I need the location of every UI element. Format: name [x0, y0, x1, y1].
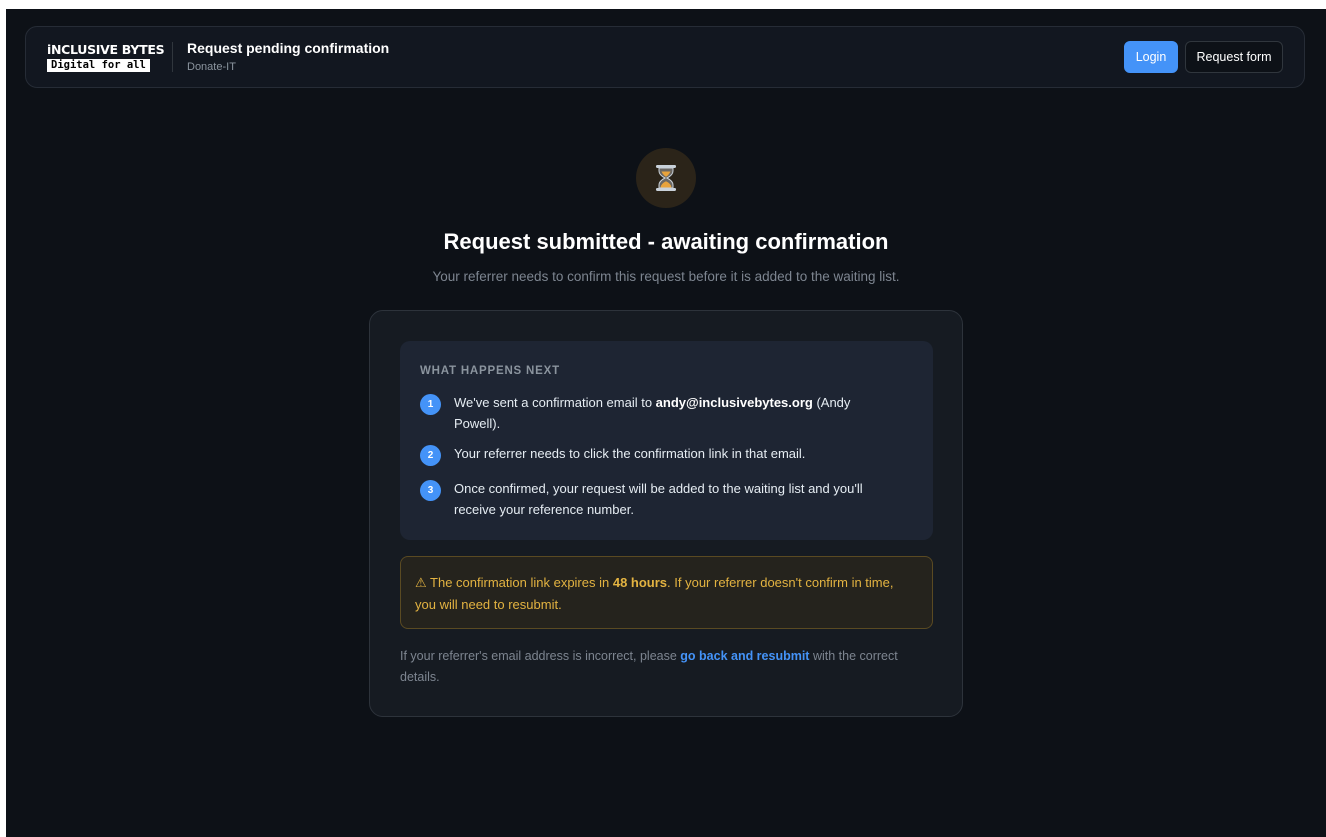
- step-number-badge: 1: [420, 394, 441, 415]
- resubmit-link[interactable]: go back and resubmit: [680, 649, 809, 663]
- step-number-badge: 3: [420, 480, 441, 501]
- expiry-duration: 48 hours: [612, 575, 668, 590]
- warning-text-part: The confirmation link expires in: [426, 575, 613, 590]
- expiry-warning: ⚠ The confirmation link expires in 48 ho…: [400, 556, 933, 629]
- header-divider: [172, 42, 173, 72]
- footnote-text-part: If your referrer's email address is inco…: [400, 649, 681, 663]
- referrer-email: andy@inclusivebytes.org: [655, 395, 813, 410]
- top-header: iNCLUSIVE BYTES Digital for all Request …: [25, 26, 1305, 88]
- page-subtitle: Donate-IT: [187, 61, 236, 73]
- logo-wordmark: iNCLUSIVE BYTES: [47, 41, 165, 57]
- resubmit-note: If your referrer's email address is inco…: [400, 646, 920, 688]
- request-form-button[interactable]: Request form: [1185, 41, 1283, 73]
- page-title: Request pending confirmation: [187, 40, 390, 56]
- step-text: We've sent a confirmation email to andy@…: [454, 392, 899, 434]
- next-steps-heading: WHAT HAPPENS NEXT: [420, 365, 560, 377]
- login-button[interactable]: Login: [1124, 41, 1178, 73]
- step-item: 2 Your referrer needs to click the confi…: [420, 443, 910, 466]
- confirmation-card: WHAT HAPPENS NEXT 1 We've sent a confirm…: [369, 310, 963, 717]
- next-steps-box: WHAT HAPPENS NEXT 1 We've sent a confirm…: [400, 341, 933, 540]
- step-number-badge: 2: [420, 445, 441, 466]
- step-item: 3 Once confirmed, your request will be a…: [420, 478, 910, 520]
- inclusive-bytes-logo[interactable]: iNCLUSIVE BYTES Digital for all: [47, 42, 165, 72]
- hero-title: Request submitted - awaiting confirmatio…: [443, 229, 889, 254]
- header-titles: Request pending confirmation Donate-IT: [187, 39, 389, 75]
- step-text: Your referrer needs to click the confirm…: [454, 446, 806, 461]
- step-text: Once confirmed, your request will be add…: [454, 481, 863, 517]
- step-text-part: We've sent a confirmation email to: [454, 395, 656, 410]
- hourglass-icon: [636, 148, 696, 208]
- warning-icon: ⚠: [415, 575, 427, 590]
- app-viewport: iNCLUSIVE BYTES Digital for all Request …: [6, 9, 1326, 837]
- logo-tagline: Digital for all: [47, 58, 150, 72]
- hero-subtitle: Your referrer needs to confirm this requ…: [432, 269, 900, 284]
- header-actions: Login Request form: [1124, 41, 1283, 73]
- step-item: 1 We've sent a confirmation email to and…: [420, 392, 910, 434]
